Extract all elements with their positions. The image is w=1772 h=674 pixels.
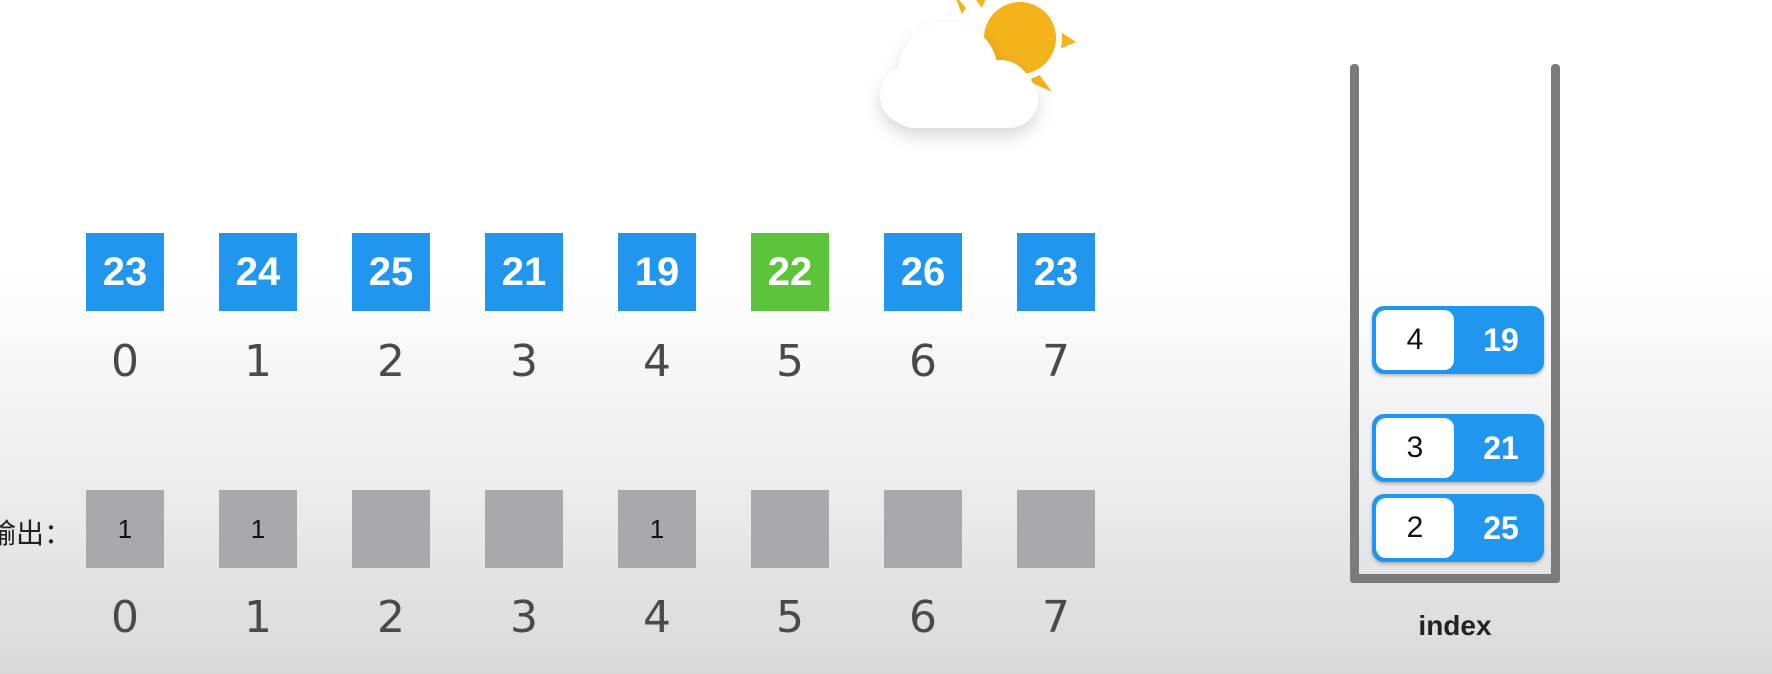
output-cell <box>352 490 430 568</box>
output-value: 1 <box>649 513 665 544</box>
output-cell: 1 <box>219 490 297 568</box>
index-label: 2 <box>377 592 405 643</box>
stack-item: 3 21 <box>1372 414 1544 482</box>
index-label: 6 <box>909 336 937 387</box>
output-cell <box>751 490 829 568</box>
temperature-cell: 25 <box>352 233 430 311</box>
index-label: 4 <box>643 592 671 643</box>
index-label: 0 <box>111 336 139 387</box>
stack-title: index <box>1418 610 1492 641</box>
temperature-value: 22 <box>767 249 813 294</box>
index-label: 6 <box>909 592 937 643</box>
index-label: 3 <box>510 336 538 387</box>
temperature-cell: 19 <box>618 233 696 311</box>
index-label: 5 <box>776 336 804 387</box>
index-label: 5 <box>776 592 804 643</box>
index-label: 3 <box>510 592 538 643</box>
output-cell <box>485 490 563 568</box>
weather-icon <box>880 0 1076 128</box>
index-label: 2 <box>377 336 405 387</box>
temperature-cell: 23 <box>86 233 164 311</box>
index-label: 1 <box>244 592 272 643</box>
stack-right-wall <box>1551 64 1560 582</box>
output-cell <box>1017 490 1095 568</box>
stack-item-index: 2 <box>1376 498 1454 558</box>
stack-item-value: 19 <box>1483 321 1519 358</box>
stack-left-wall <box>1350 64 1359 582</box>
temperature-value: 21 <box>501 249 547 294</box>
output-value: 1 <box>250 513 266 544</box>
temperature-value: 23 <box>102 249 148 294</box>
output-cell: 1 <box>618 490 696 568</box>
temperature-value: 23 <box>1033 249 1079 294</box>
index-label: 7 <box>1042 592 1070 643</box>
temperature-cell: 21 <box>485 233 563 311</box>
output-cell: 1 <box>86 490 164 568</box>
temperature-cell: 26 <box>884 233 962 311</box>
temperature-value: 19 <box>634 249 680 294</box>
index-label: 7 <box>1042 336 1070 387</box>
output-label: 输出： <box>0 517 73 550</box>
stack-item-index: 3 <box>1376 418 1454 478</box>
stack-item-value: 21 <box>1483 429 1519 466</box>
stack-item-index: 4 <box>1376 310 1454 370</box>
temperature-cell: 22 <box>751 233 829 311</box>
temperature-cell: 23 <box>1017 233 1095 311</box>
temperature-value: 24 <box>235 249 281 294</box>
index-label: 1 <box>244 336 272 387</box>
output-value: 1 <box>117 513 133 544</box>
temperature-value: 26 <box>900 249 946 294</box>
stack-item: 2 25 <box>1372 494 1544 562</box>
index-label: 4 <box>643 336 671 387</box>
index-label: 0 <box>111 592 139 643</box>
output-cell <box>884 490 962 568</box>
temperature-cell: 24 <box>219 233 297 311</box>
stack-bottom <box>1350 574 1560 583</box>
stack-item: 4 19 <box>1372 306 1544 374</box>
stack-item-value: 25 <box>1483 509 1519 546</box>
temperature-value: 25 <box>368 249 414 294</box>
